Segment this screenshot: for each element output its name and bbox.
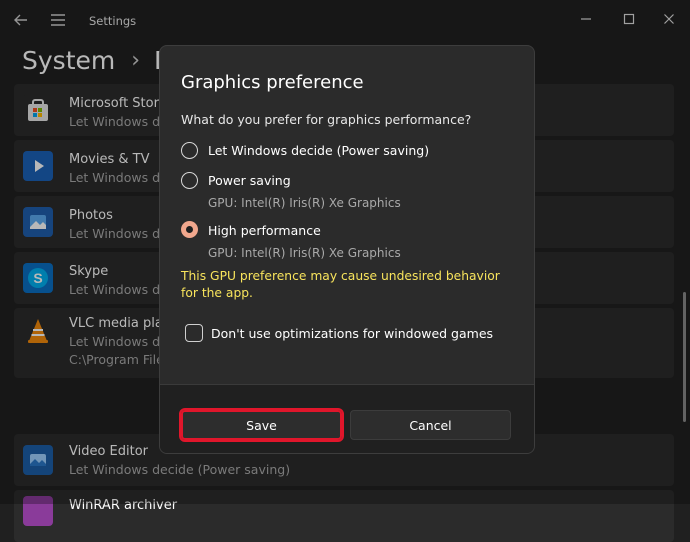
gpu-label: GPU: Intel(R) Iris(R) Xe Graphics (208, 246, 401, 260)
cancel-button[interactable]: Cancel (350, 410, 511, 440)
dialog-footer: Save Cancel (160, 384, 534, 453)
radio-high-performance[interactable] (181, 221, 198, 238)
radio-let-windows-decide[interactable] (181, 142, 198, 159)
radio-power-saving[interactable] (181, 172, 198, 189)
dialog-question: What do you prefer for graphics performa… (181, 112, 472, 127)
windowed-games-checkbox[interactable] (185, 324, 203, 342)
option-label[interactable]: Let Windows decide (Power saving) (208, 143, 429, 158)
checkbox-label[interactable]: Don't use optimizations for windowed gam… (211, 326, 493, 341)
dialog-title: Graphics preference (181, 72, 364, 93)
gpu-label: GPU: Intel(R) Iris(R) Xe Graphics (208, 196, 401, 210)
save-button[interactable]: Save (179, 408, 344, 442)
graphics-preference-dialog: Graphics preference What do you prefer f… (159, 45, 535, 454)
warning-text: This GPU preference may cause undesired … (181, 269, 500, 300)
option-label[interactable]: Power saving (208, 173, 291, 188)
option-label[interactable]: High performance (208, 223, 321, 238)
